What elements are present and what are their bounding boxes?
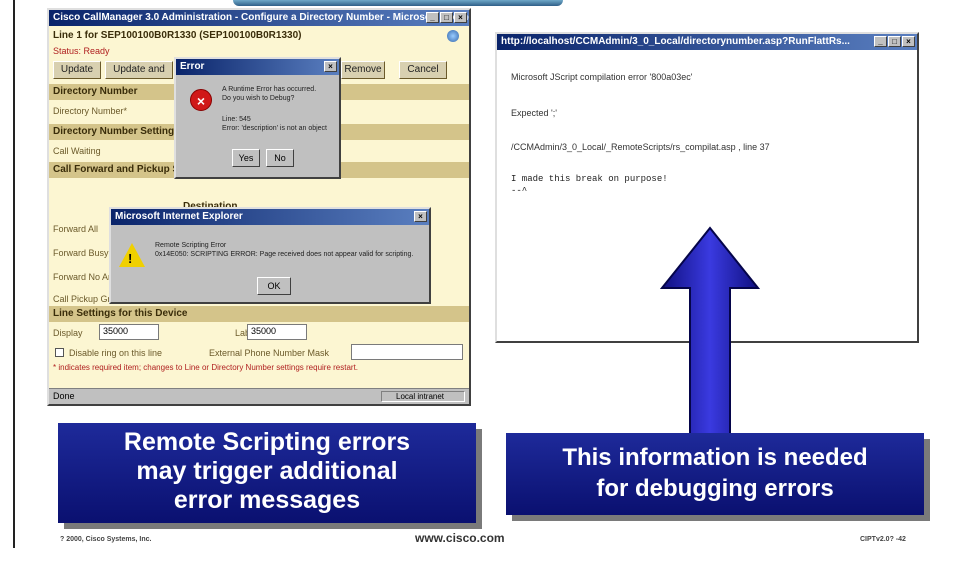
error-line-5: --^	[511, 186, 528, 196]
error-line-2: Expected ';'	[511, 108, 557, 118]
error-line-3: /CCMAdmin/3_0_Local/_RemoteScripts/rs_co…	[511, 142, 770, 152]
footer-code: CIPTv2.0? -42	[860, 536, 906, 543]
cancel-button[interactable]: Cancel	[399, 61, 447, 79]
label-input[interactable]: 35000	[247, 324, 307, 340]
error-text-2: Do you wish to Debug?	[222, 95, 295, 102]
footer-url: www.cisco.com	[415, 531, 505, 545]
no-button[interactable]: No	[266, 149, 294, 167]
browser-statusbar: Done Local intranet	[49, 388, 469, 404]
ext-mask-label: External Phone Number Mask	[209, 348, 330, 358]
update-button[interactable]: Update	[53, 61, 101, 79]
error-text-3: Line: 545	[222, 116, 251, 123]
directory-number-label: Directory Number*	[53, 106, 128, 116]
footer-copyright: ? 2000, Cisco Systems, Inc.	[60, 536, 152, 543]
ext-mask-input[interactable]	[351, 344, 463, 360]
browser-title: Cisco CallManager 3.0 Administration - C…	[53, 12, 469, 23]
runtime-error-dialog: Error × × A Runtime Error has occurred. …	[174, 57, 341, 179]
browser-titlebar: Cisco CallManager 3.0 Administration - C…	[49, 10, 469, 26]
forward-busy-label: Forward Busy	[53, 248, 109, 258]
ie-text-1: Remote Scripting Error	[155, 242, 227, 249]
callout-right-line-2: for debugging errors	[596, 475, 834, 502]
ie-scripting-error-dialog: Microsoft Internet Explorer × ! Remote S…	[109, 207, 431, 304]
warning-mark: !	[128, 251, 133, 266]
status-done: Done	[53, 391, 75, 401]
ie-text-2: 0x14E050: SCRIPTING ERROR: Page received…	[155, 251, 414, 258]
minimize-button[interactable]: _	[426, 12, 439, 23]
close-button[interactable]: ×	[414, 211, 427, 222]
maximize-button[interactable]: □	[440, 12, 453, 23]
callout-left-line-3: error messages	[173, 486, 361, 514]
callout-left-line-1: Remote Scripting errors	[123, 428, 411, 456]
error-text-1: A Runtime Error has occurred.	[222, 86, 317, 93]
ie-dialog-titlebar: Microsoft Internet Explorer ×	[111, 209, 429, 225]
forward-all-label: Forward All	[53, 224, 99, 234]
ok-button[interactable]: OK	[257, 277, 291, 295]
zone-indicator: Local intranet	[381, 391, 465, 402]
remove-button[interactable]: Remove	[341, 61, 385, 79]
yes-button[interactable]: Yes	[232, 149, 260, 167]
maximize-button[interactable]: □	[888, 36, 901, 47]
error-dialog-titlebar: Error ×	[176, 59, 339, 75]
error-line-4: I made this break on purpose!	[511, 174, 668, 184]
required-note: * indicates required item; changes to Li…	[53, 363, 359, 372]
callout-remote-scripting: Remote Scripting errors may trigger addi…	[58, 423, 476, 523]
error-window-titlebar: http://localhost/CCMAdmin/3_0_Local/dire…	[497, 34, 917, 50]
disable-ring-checkbox[interactable]	[55, 348, 64, 357]
disable-ring-label: Disable ring on this line	[69, 348, 163, 358]
section-line-settings: Line Settings for this Device	[49, 306, 469, 322]
status-label: Status: Ready	[53, 46, 110, 56]
minimize-button[interactable]: _	[874, 36, 887, 47]
update-and-button[interactable]: Update and	[105, 61, 173, 79]
ie-dialog-title: Microsoft Internet Explorer	[115, 211, 243, 222]
error-line-1: Microsoft JScript compilation error '800…	[511, 72, 693, 82]
close-button[interactable]: ×	[324, 61, 337, 72]
error-dialog-title: Error	[180, 61, 205, 72]
callout-right-line-1: This information is needed	[562, 444, 868, 471]
arrow-up-icon	[660, 226, 760, 435]
display-label: Display	[53, 328, 83, 338]
call-waiting-label: Call Waiting	[53, 146, 101, 156]
error-text-4: Error: 'description' is not an object	[222, 125, 327, 132]
close-button[interactable]: ×	[454, 12, 467, 23]
slide-border	[13, 0, 15, 548]
globe-icon	[447, 30, 459, 42]
close-button[interactable]: ×	[902, 36, 915, 47]
display-input[interactable]: 35000	[99, 324, 159, 340]
decorative-top-bar	[233, 0, 563, 6]
line-title: Line 1 for SEP100100B0R1330 (SEP100100B0…	[53, 30, 302, 41]
error-icon: ×	[190, 89, 212, 111]
callout-debugging: This information is needed for debugging…	[506, 433, 924, 515]
callout-left-line-2: may trigger additional	[136, 457, 398, 485]
error-window-title: http://localhost/CCMAdmin/3_0_Local/dire…	[501, 36, 850, 47]
